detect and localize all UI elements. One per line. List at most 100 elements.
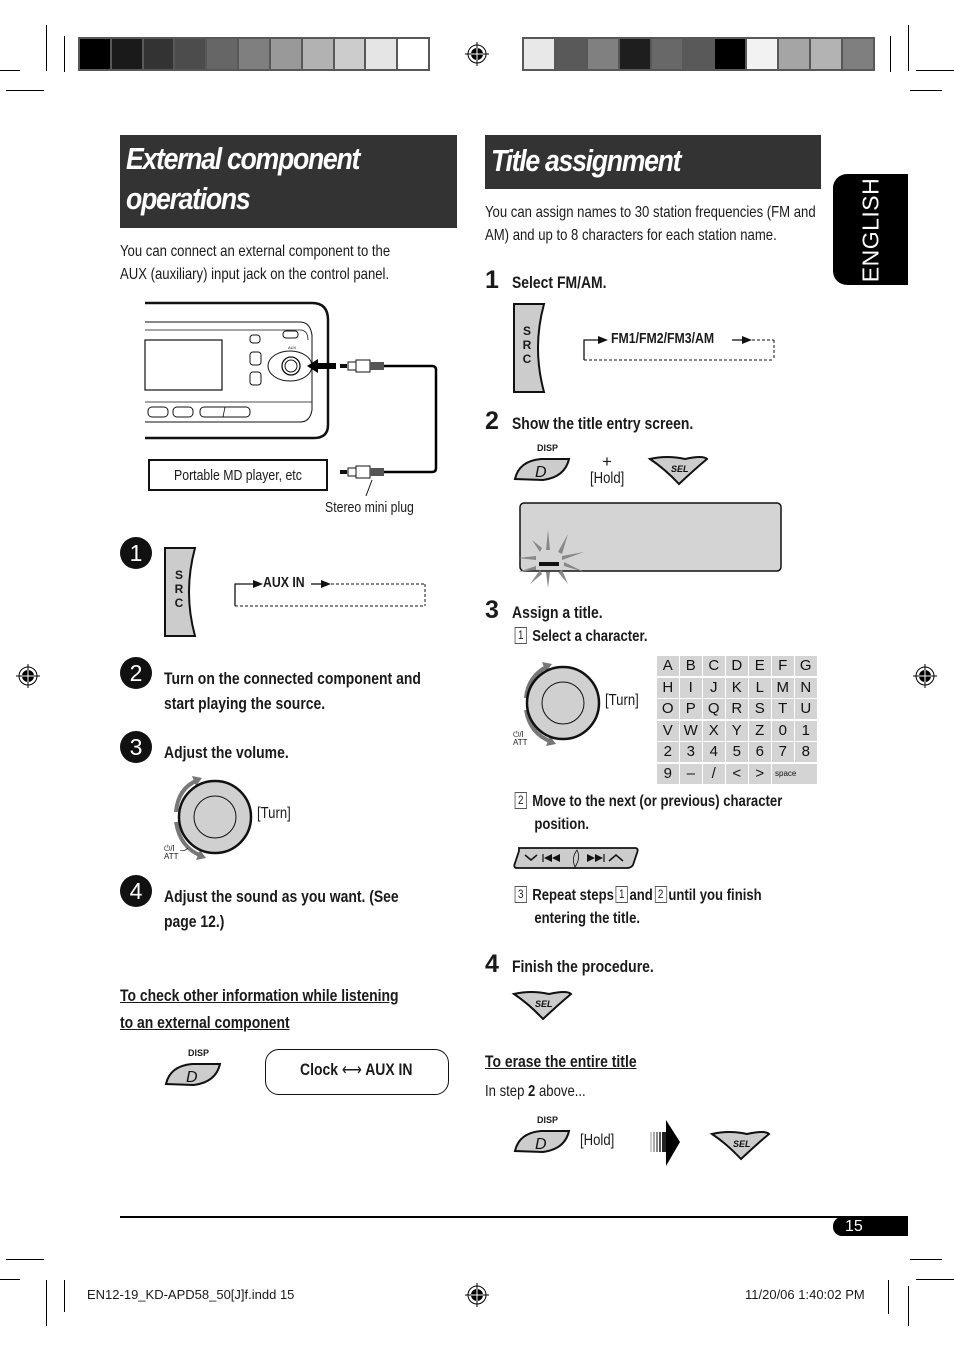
substep-instruction: 2 Move to the next (or previous) charact…	[513, 790, 782, 836]
calibration-swatch	[683, 39, 714, 69]
crop-mark	[908, 25, 909, 71]
src-label: SRC	[174, 568, 184, 610]
footer-filename: EN12-19_KD-APD58_50[J]f.indd 15	[87, 1287, 295, 1302]
character-cell: 5	[726, 742, 748, 762]
calibration-swatch	[811, 39, 842, 69]
crop-mark	[6, 1259, 44, 1260]
device-label: Portable MD player, etc	[174, 467, 302, 484]
character-cell: 6	[749, 742, 771, 762]
prev-next-button[interactable]	[511, 845, 641, 871]
crop-mark	[46, 25, 47, 71]
character-cell: C	[703, 656, 725, 676]
disp-button[interactable]: D	[511, 455, 573, 483]
intro-text: You can connect an external component to…	[120, 240, 390, 286]
heading-line: Title assignment	[491, 143, 682, 178]
calibration-swatch	[587, 39, 618, 69]
grayscale-calibration-bar-left	[78, 37, 430, 71]
character-cell: N	[795, 677, 817, 698]
disp-button[interactable]: D	[162, 1060, 224, 1088]
svg-text:SEL: SEL	[535, 999, 553, 1009]
calibration-swatch	[715, 39, 746, 69]
character-cell: 3	[680, 742, 702, 762]
turn-label: [Turn]	[257, 805, 291, 822]
src-label: SRC	[522, 324, 532, 366]
subsection-heading-check-info: To check other information while listeni…	[120, 986, 399, 1032]
character-cell: I	[680, 677, 702, 698]
svg-text:AUX: AUX	[288, 345, 297, 350]
crop-mark	[916, 70, 954, 71]
crop-mark	[0, 70, 20, 71]
step-instruction: Finish the procedure.	[512, 957, 654, 976]
calibration-swatch	[80, 39, 110, 69]
calibration-swatch	[651, 39, 682, 69]
character-cell: H	[657, 677, 679, 698]
registration-mark-icon	[465, 1283, 489, 1307]
character-table: A B C D E F G H I J K L M N O P Q R S T U V W X Y Z 0 1 2 3 4 5 6 7 8 9– / < >…	[657, 656, 817, 784]
disp-label: DISP	[537, 443, 559, 453]
step-instruction: Adjust the sound as you want. (See page 1…	[164, 887, 399, 931]
plug-label: Stereo mini plug	[325, 499, 414, 516]
step-number: 3	[485, 596, 499, 624]
character-cell: B	[680, 656, 702, 676]
bidirectional-arrow-icon: ⟷	[341, 1060, 362, 1079]
calibration-swatch	[207, 39, 238, 69]
substep-instruction: 1 Select a character.	[513, 625, 647, 648]
svg-text:SEL: SEL	[733, 1139, 751, 1149]
step-number-badge: 3	[120, 731, 152, 763]
aux-in-label: AUX IN	[263, 574, 305, 591]
character-cell: 4	[703, 742, 725, 762]
display-toggle-text: Clock ⟷ AUX IN	[300, 1060, 413, 1079]
character-cell: 7	[772, 742, 794, 762]
sel-button[interactable]: SEL	[709, 1130, 773, 1162]
step-instruction: Turn on the connected component and start…	[164, 669, 421, 713]
calibration-swatch	[555, 39, 586, 69]
step-number-badge: 2	[120, 657, 152, 689]
calibration-swatch	[747, 39, 778, 69]
step-number-badge: 1	[120, 537, 152, 569]
registration-mark-icon	[913, 664, 937, 688]
power-att-label: ⏻/I ATT	[513, 730, 528, 747]
step-number-badge: 4	[120, 875, 152, 907]
svg-text:D: D	[535, 1136, 547, 1153]
character-cell: /	[703, 763, 725, 784]
character-cell: X	[703, 720, 725, 741]
step-instruction: Show the title entry screen.	[512, 414, 694, 433]
registration-mark-icon	[465, 42, 489, 66]
character-cell: Q	[703, 699, 725, 719]
character-cell: 1	[795, 720, 817, 741]
calibration-swatch	[398, 39, 428, 69]
calibration-swatch	[175, 39, 206, 69]
title-entry-display	[518, 502, 782, 588]
calibration-swatch	[270, 39, 301, 69]
character-cell: R	[726, 699, 748, 719]
step-number: 2	[485, 407, 499, 435]
language-tab: ENGLISH	[833, 174, 908, 285]
crop-mark	[908, 1286, 909, 1326]
character-cell: V	[657, 720, 679, 741]
calibration-swatch	[619, 39, 650, 69]
character-cell: M	[772, 677, 794, 698]
calibration-swatch	[334, 39, 365, 69]
crop-mark	[64, 36, 65, 72]
disp-button[interactable]: D	[511, 1127, 573, 1155]
character-cell: J	[703, 677, 725, 698]
character-cell: >	[749, 763, 771, 784]
character-cell: G	[795, 656, 817, 676]
calibration-swatch	[302, 39, 333, 69]
calibration-swatch	[843, 39, 873, 69]
hold-label: [Hold]	[590, 470, 625, 487]
section-heading-external-component: External component operations	[120, 135, 457, 228]
step-instruction: Adjust the volume.	[164, 743, 289, 762]
bottom-rule	[120, 1216, 908, 1218]
step-number: 4	[485, 950, 499, 978]
grayscale-calibration-bar-right	[522, 37, 875, 71]
svg-text:SEL: SEL	[671, 464, 689, 474]
crop-mark	[890, 36, 891, 72]
intro-line: AUX (auxiliary) input jack on the contro…	[120, 266, 390, 283]
sel-button[interactable]: SEL	[511, 990, 575, 1022]
sel-button[interactable]: SEL	[647, 455, 711, 487]
registration-mark-icon	[16, 664, 40, 688]
crop-mark	[910, 90, 942, 91]
turn-label: [Turn]	[605, 692, 639, 709]
plus-sign: +	[602, 452, 612, 471]
